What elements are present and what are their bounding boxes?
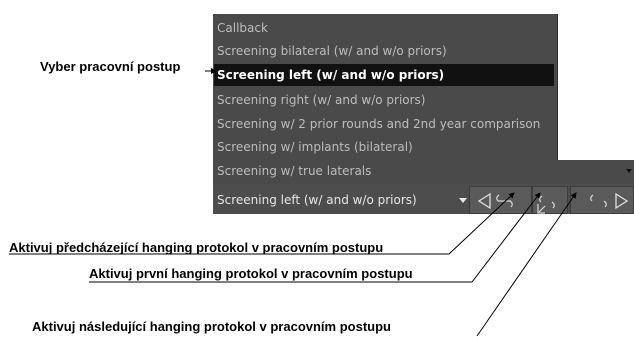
leader-activate-previous [9, 192, 515, 255]
leader-activate-first [89, 192, 541, 283]
annotation-leader-lines [9, 68, 577, 337]
